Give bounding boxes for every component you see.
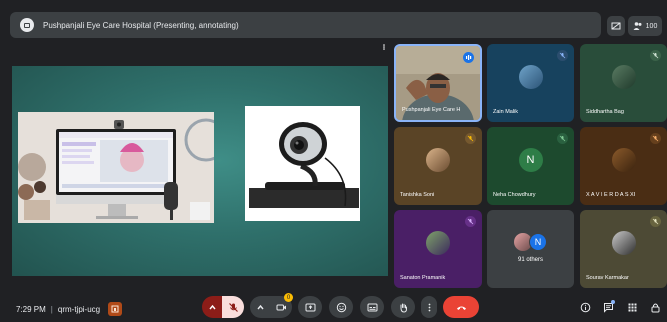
muted-indicator (465, 133, 476, 144)
chevron-up-icon (256, 304, 264, 309)
audio-options-button[interactable] (202, 296, 222, 318)
captions-button[interactable] (360, 296, 384, 318)
captions-icon (367, 303, 377, 311)
participant-name: Siddhartha Bag (586, 109, 624, 115)
lock-icon (651, 303, 659, 312)
participant-count: 100 (645, 22, 658, 30)
notification-count: 0 (286, 294, 291, 301)
others-tile[interactable]: N 91 others (487, 210, 574, 288)
picture-in-picture-icon (611, 22, 621, 30)
participant-name: X A V I E R D A S XI (586, 192, 636, 198)
reactions-button[interactable] (329, 296, 353, 318)
mic-off-icon (652, 218, 659, 225)
avatar: N (518, 147, 543, 172)
chat-button[interactable] (601, 300, 615, 314)
mic-off-icon (467, 135, 474, 142)
participant-tile[interactable]: Sourav Karmakar (580, 210, 667, 288)
muted-indicator (557, 50, 568, 61)
meeting-details-button[interactable] (578, 300, 592, 314)
speaking-indicator (463, 52, 474, 63)
muted-indicator (557, 133, 568, 144)
more-options-icon[interactable] (382, 44, 386, 50)
muted-indicator (650, 133, 661, 144)
presentation-banner[interactable]: Pushpanjali Eye Care Hospital (Presentin… (10, 12, 601, 38)
muted-indicator (465, 216, 476, 227)
emoji-icon (336, 302, 346, 312)
participant-name: Sourav Karmakar (586, 275, 629, 281)
participant-name: Pushpanjali Eye Care H (402, 107, 461, 113)
mic-off-icon (559, 52, 566, 59)
participant-name: Tanishka Soni (400, 192, 435, 198)
camera-icon (276, 304, 286, 310)
divider: | (50, 304, 53, 314)
clock-time: 7:29 PM (16, 304, 46, 314)
others-avatar: N (529, 233, 547, 251)
mic-off-icon (228, 302, 238, 312)
participant-tile[interactable]: Tanishka Soni (394, 127, 482, 205)
mic-off-icon (559, 135, 566, 142)
participant-tile[interactable]: N Neha Chowdhury (487, 127, 574, 205)
present-now-button[interactable] (298, 296, 322, 318)
participant-tile[interactable]: Siddhartha Bag (580, 44, 667, 122)
avatar-initial: N (526, 153, 535, 166)
leave-call-button[interactable] (443, 296, 479, 318)
participant-tile[interactable]: Sanaton Pramanik (394, 210, 482, 288)
participant-tile[interactable]: Zain Malik (487, 44, 574, 122)
avatar (426, 147, 450, 172)
host-controls-button[interactable] (648, 300, 662, 314)
audio-levels-icon (466, 55, 472, 60)
apps-grid-icon (628, 303, 636, 311)
participant-name: Sanaton Pramanik (400, 275, 446, 281)
present-icon (111, 305, 119, 313)
presenting-icon (20, 18, 34, 32)
muted-indicator (650, 216, 661, 227)
mic-off-icon (467, 218, 474, 225)
hide-layout-button[interactable] (607, 16, 625, 36)
meeting-code[interactable]: qrm-tjpi-ucg (58, 305, 100, 314)
participant-tile-presenter[interactable]: Pushpanjali Eye Care H (394, 44, 482, 122)
call-controls-bar: 7:29 PM | qrm-tjpi-ucg 0 (0, 292, 667, 322)
shared-slide (12, 66, 388, 276)
presentation-title: Pushpanjali Eye Care Hospital (Presentin… (43, 20, 239, 30)
chevron-up-icon (208, 304, 216, 309)
microphone-toggle[interactable] (222, 296, 244, 318)
more-vert-icon (428, 303, 430, 311)
avatar-initial: N (534, 237, 542, 247)
participants-button[interactable]: 100 (628, 16, 662, 36)
chat-dot (611, 300, 615, 304)
video-options-button[interactable] (250, 296, 270, 318)
raise-hand-button[interactable] (391, 296, 415, 318)
avatar (611, 64, 636, 89)
avatar (518, 64, 543, 89)
muted-indicator (650, 50, 661, 61)
mic-off-icon (652, 52, 659, 59)
people-icon (633, 22, 642, 30)
info-icon (580, 302, 590, 312)
more-options-button[interactable] (421, 296, 437, 318)
participant-tile[interactable]: X A V I E R D A S XI (580, 127, 667, 205)
participant-name: Zain Malik (493, 109, 519, 115)
webcam-photo (245, 106, 360, 221)
present-screen-icon (305, 303, 315, 311)
avatar (611, 147, 636, 172)
monitor-photo (18, 112, 214, 223)
hand-icon (400, 303, 407, 313)
hang-up-icon (456, 306, 466, 310)
mic-off-icon (652, 135, 659, 142)
activities-button[interactable] (625, 300, 639, 314)
presentation-stage (12, 44, 388, 288)
meeting-info: 7:29 PM | qrm-tjpi-ucg (16, 302, 123, 316)
participant-name: Neha Chowdhury (493, 192, 536, 198)
presenting-badge (108, 302, 123, 316)
avatar (611, 230, 636, 255)
avatar (426, 230, 450, 255)
others-count: 91 others (517, 257, 544, 263)
notification-badge: 0 (284, 293, 293, 302)
